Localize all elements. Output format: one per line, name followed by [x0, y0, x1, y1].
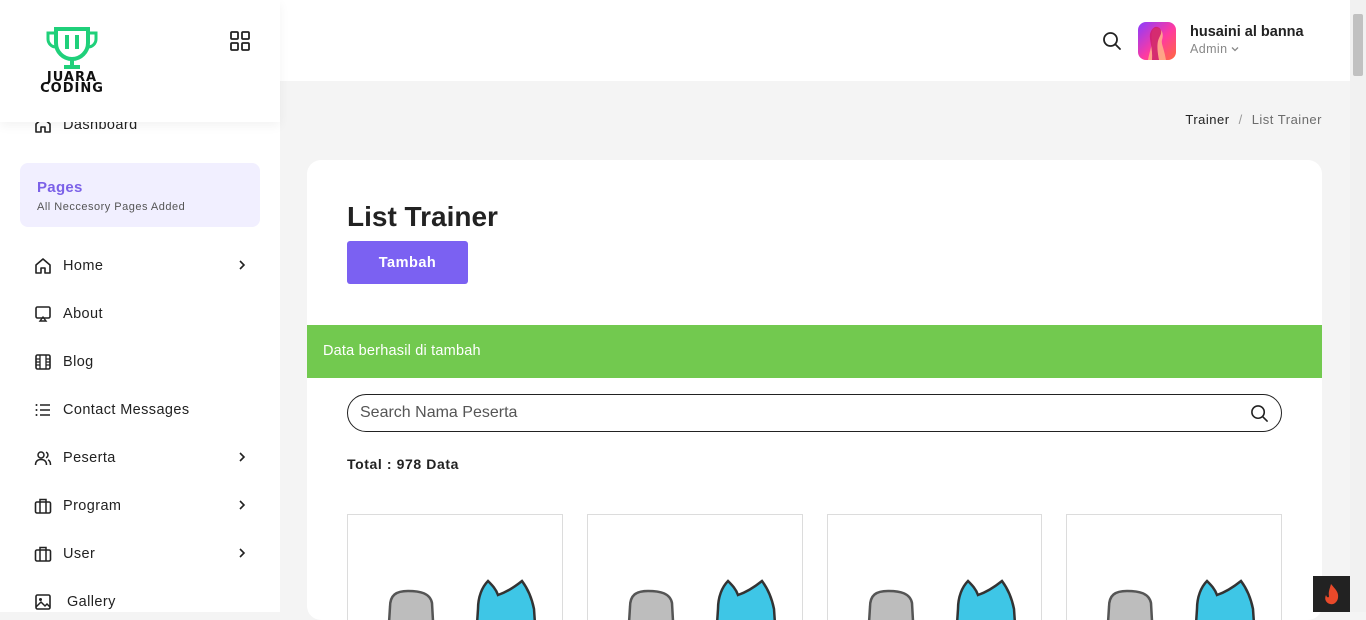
chevron-right-icon	[239, 452, 246, 462]
page-scrollbar[interactable]	[1350, 0, 1366, 612]
trophy-logo-icon	[46, 27, 98, 69]
total-count: Total : 978 Data	[347, 456, 460, 472]
sidebar-item-about[interactable]: About	[34, 302, 254, 326]
sidebar-item-label: Gallery	[67, 594, 116, 610]
sidebar-item-program[interactable]: Program	[34, 494, 254, 518]
top-bar: husaini al banna Admin	[280, 0, 1350, 81]
trainer-card[interactable]	[827, 514, 1042, 620]
briefcase-icon	[34, 498, 52, 514]
brand-logo[interactable]: JUARA CODING	[34, 27, 110, 97]
success-alert: Data berhasil di tambah	[307, 325, 1322, 378]
chevron-right-icon	[239, 260, 246, 270]
sidebar-item-label: Home	[63, 258, 104, 274]
breadcrumb-parent[interactable]: Trainer	[1185, 112, 1229, 127]
breadcrumb-separator: /	[1238, 112, 1243, 127]
monitor-icon	[35, 306, 51, 322]
sidebar-item-blog[interactable]: Blog	[34, 350, 254, 374]
trainer-card-image	[627, 579, 776, 620]
search-input[interactable]	[360, 403, 1240, 423]
briefcase-icon	[34, 546, 52, 562]
film-icon	[35, 354, 51, 370]
sidebar-item-user[interactable]: User	[34, 542, 254, 566]
trainer-card[interactable]	[1066, 514, 1282, 620]
chevron-right-icon	[239, 548, 246, 558]
sidebar-item-label: Blog	[63, 354, 94, 370]
sidebar-item-gallery[interactable]: Gallery	[34, 590, 254, 614]
trainer-card-image	[387, 579, 536, 620]
pages-section-subtitle: All Neccesory Pages Added	[37, 201, 186, 213]
avatar[interactable]	[1138, 22, 1176, 60]
add-trainer-button[interactable]: Tambah	[347, 241, 468, 284]
avatar-image	[1148, 26, 1166, 60]
list-icon	[35, 404, 50, 416]
search-field[interactable]	[347, 394, 1282, 432]
breadcrumb: Trainer / List Trainer	[1185, 112, 1322, 127]
user-role-dropdown[interactable]: Admin	[1190, 42, 1240, 56]
debug-toolbar-button[interactable]	[1313, 576, 1350, 612]
user-role: Admin	[1190, 42, 1228, 56]
brand-text: JUARA CODING	[34, 71, 110, 96]
chevron-right-icon	[239, 500, 246, 510]
sidebar-item-label: Contact Messages	[63, 402, 190, 418]
pages-section: Pages All Neccesory Pages Added	[20, 163, 260, 227]
sidebar: JUARA CODING Dashboard Pages All Necceso…	[0, 0, 280, 612]
sidebar-item-home[interactable]: Home	[34, 254, 254, 278]
grid-menu-icon[interactable]	[229, 30, 251, 52]
search-icon[interactable]	[1102, 31, 1122, 51]
sidebar-item-label: User	[63, 546, 96, 562]
search-icon[interactable]	[1250, 404, 1269, 423]
trainer-card-image	[1106, 579, 1255, 620]
users-icon	[34, 451, 52, 466]
pages-section-title: Pages	[37, 179, 83, 196]
image-icon	[35, 594, 51, 610]
flame-icon	[1325, 584, 1339, 605]
sidebar-item-label: About	[63, 306, 103, 322]
trainer-card[interactable]	[587, 514, 803, 620]
trainer-card[interactable]	[347, 514, 563, 620]
sidebar-item-label: Program	[63, 498, 122, 514]
main-card: List Trainer Tambah Data berhasil di tam…	[307, 160, 1322, 620]
sidebar-item-contact-messages[interactable]: Contact Messages	[34, 398, 254, 422]
brand-line-2: CODING	[40, 81, 104, 96]
home-icon	[35, 258, 51, 274]
scrollbar-thumb[interactable]	[1353, 14, 1363, 76]
user-name[interactable]: husaini al banna	[1190, 24, 1304, 40]
logo-area: JUARA CODING	[0, 0, 280, 122]
sidebar-item-label: Peserta	[63, 450, 116, 466]
trainer-card-image	[867, 579, 1016, 620]
chevron-down-icon	[1231, 47, 1239, 52]
page-title: List Trainer	[347, 201, 498, 232]
sidebar-item-peserta[interactable]: Peserta	[34, 446, 254, 470]
breadcrumb-current: List Trainer	[1251, 112, 1322, 127]
